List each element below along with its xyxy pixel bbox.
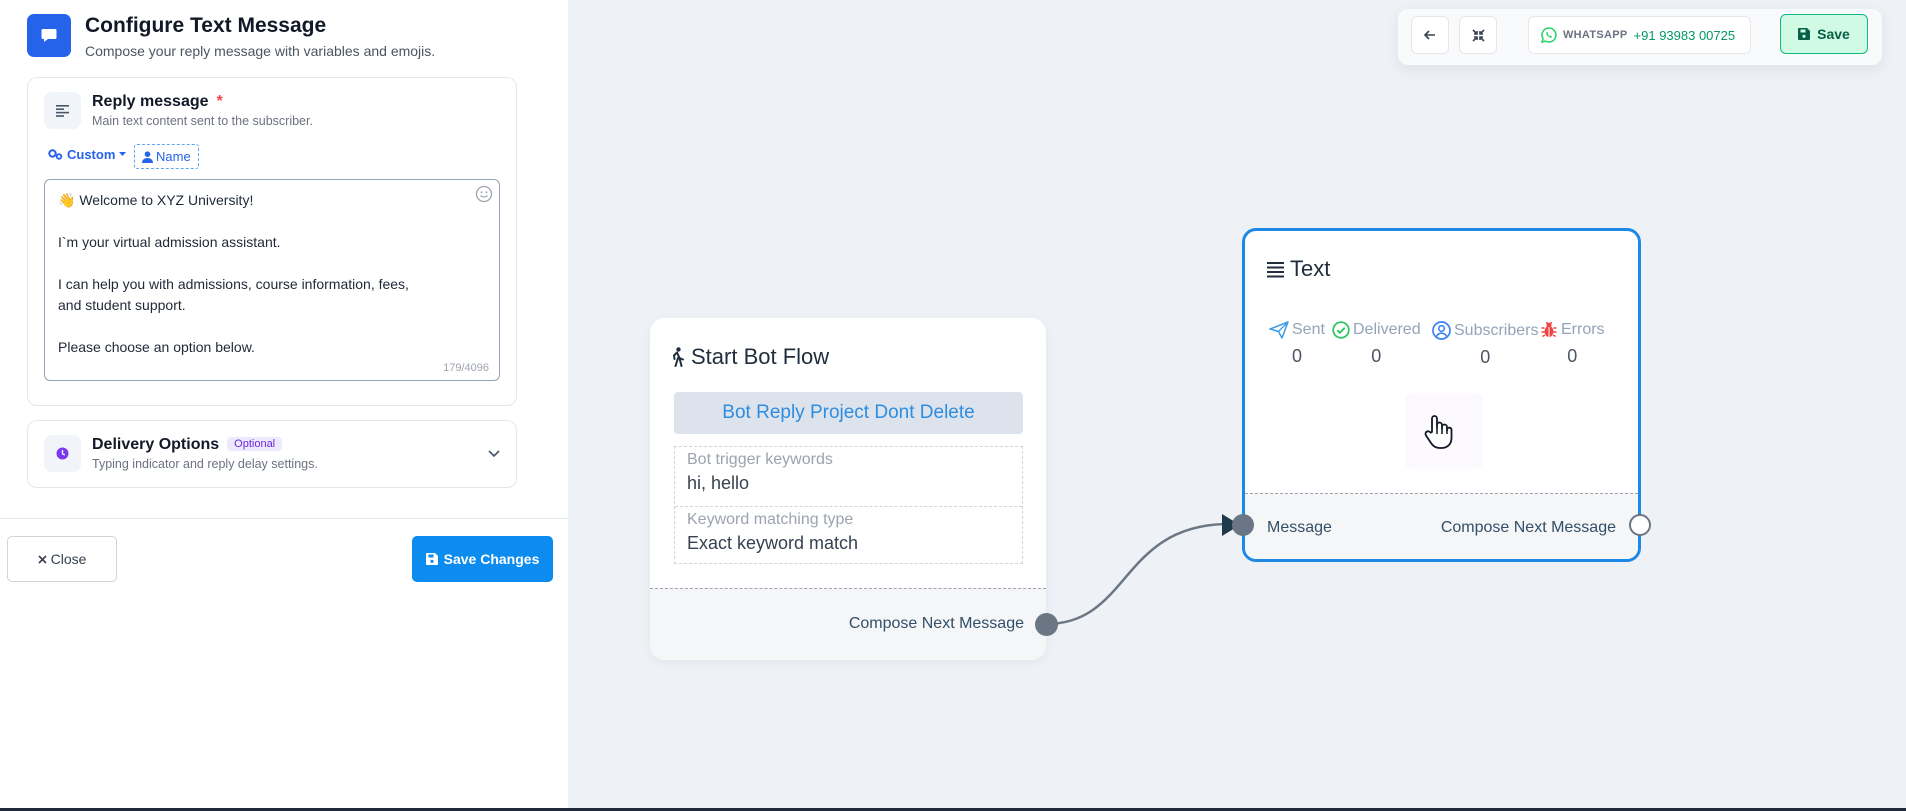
- stat-sent: Sent 0: [1269, 321, 1325, 367]
- user-icon: [142, 150, 153, 163]
- delivery-options-title: Delivery Options Optional: [92, 436, 283, 454]
- text-node-footer: Message Compose Next Message: [1245, 493, 1638, 559]
- save-changes-button[interactable]: Save Changes: [412, 536, 553, 582]
- start-node-footer: Compose Next Message: [650, 588, 1046, 660]
- start-node-title: Start Bot Flow: [670, 344, 829, 370]
- keyword-settings: Bot trigger keywords hi, hello Keyword m…: [674, 446, 1023, 564]
- channel-number: +91 93983 00725: [1633, 27, 1736, 43]
- floppy-icon: [425, 553, 438, 565]
- compress-icon: [1471, 28, 1485, 42]
- start-bot-flow-node[interactable]: Start Bot Flow Bot Reply Project Dont De…: [650, 318, 1046, 660]
- delivery-options-card[interactable]: Delivery Options Optional Typing indicato…: [27, 420, 517, 488]
- stat-delivered-label: Delivered: [1353, 321, 1421, 338]
- walking-person-icon: [672, 347, 684, 367]
- reply-message-subtitle: Main text content sent to the subscriber…: [92, 114, 313, 128]
- close-button-label: Close: [50, 551, 87, 567]
- matching-type-row: Keyword matching type Exact keyword matc…: [675, 506, 1022, 565]
- panel-divider: [0, 518, 568, 519]
- paper-plane-icon: [1269, 321, 1289, 339]
- matching-type-value: Exact keyword match: [687, 533, 859, 553]
- stat-errors: Errors 0: [1540, 321, 1605, 367]
- page-subtitle: Compose your reply message with variable…: [85, 43, 436, 59]
- stat-sent-value: 0: [1291, 346, 1302, 366]
- save-button[interactable]: Save: [1780, 14, 1868, 54]
- page-title: Configure Text Message: [85, 14, 327, 37]
- smile-icon[interactable]: [475, 185, 493, 203]
- caret-down-icon: [119, 152, 127, 156]
- whatsapp-icon: [1541, 27, 1557, 43]
- stat-sent-label: Sent: [1292, 321, 1325, 338]
- clock-icon: [44, 435, 81, 472]
- required-mark: *: [216, 93, 223, 110]
- hand-cursor-icon: [1424, 415, 1453, 449]
- trigger-keywords-value: hi, hello: [687, 473, 750, 493]
- floppy-icon: [1798, 28, 1811, 40]
- matching-type-label: Keyword matching type: [687, 511, 854, 528]
- back-button[interactable]: [1411, 16, 1449, 54]
- text-node-output-port[interactable]: [1629, 514, 1651, 536]
- stat-delivered: Delivered 0: [1332, 321, 1421, 367]
- project-name: Bot Reply Project Dont Delete: [674, 392, 1023, 434]
- delivery-options-subtitle: Typing indicator and reply delay setting…: [92, 457, 318, 471]
- save-changes-label: Save Changes: [443, 551, 540, 567]
- whatsapp-channel[interactable]: WHATSAPP +91 93983 00725: [1528, 16, 1751, 54]
- user-circle-icon: [1432, 321, 1451, 340]
- reply-message-title: Reply message *: [92, 93, 223, 110]
- custom-variable-label: Custom: [67, 147, 116, 162]
- start-node-output-label: Compose Next Message: [848, 615, 1024, 632]
- stat-delivered-value: 0: [1371, 346, 1382, 366]
- custom-variable-dropdown[interactable]: Custom: [48, 147, 127, 162]
- text-message-node[interactable]: Text Sent 0 Delivered 0 Subscribers 0 Er…: [1242, 228, 1641, 562]
- reply-message-card: Reply message * Main text content sent to…: [27, 77, 517, 406]
- channel-label: WHATSAPP: [1563, 29, 1628, 41]
- stat-subscribers-value: 0: [1480, 347, 1491, 367]
- gears-icon: [48, 149, 63, 160]
- stat-subscribers: Subscribers 0: [1432, 321, 1538, 368]
- bug-icon: [1541, 321, 1557, 338]
- canvas-toolbar: WHATSAPP +91 93983 00725 Save: [1398, 9, 1882, 65]
- close-icon: [38, 554, 47, 564]
- fit-view-button[interactable]: [1459, 16, 1497, 54]
- config-panel: Configure Text Message Compose your repl…: [0, 0, 568, 808]
- name-variable-label: Name: [156, 149, 191, 164]
- text-node-input-label: Message: [1267, 519, 1332, 536]
- reply-message-text: 👋 Welcome to XYZ University! I`m your vi…: [58, 192, 409, 355]
- check-circle-icon: [1332, 321, 1350, 339]
- save-label: Save: [1817, 26, 1850, 42]
- stat-errors-label: Errors: [1561, 321, 1605, 338]
- optional-badge: Optional: [227, 437, 283, 451]
- close-button[interactable]: Close: [7, 536, 117, 582]
- start-node-output-port[interactable]: [1035, 613, 1058, 636]
- trigger-keywords-label: Bot trigger keywords: [687, 451, 833, 468]
- name-variable-chip[interactable]: Name: [134, 144, 199, 169]
- list-icon: [1267, 261, 1284, 277]
- character-counter: 179/4096: [443, 362, 489, 374]
- chat-icon: [27, 14, 71, 57]
- reply-message-textarea[interactable]: 👋 Welcome to XYZ University! I`m your vi…: [44, 179, 500, 381]
- chevron-down-icon[interactable]: [486, 445, 502, 461]
- trigger-keywords-row: Bot trigger keywords hi, hello: [675, 447, 1022, 506]
- arrow-left-icon: [1424, 30, 1435, 40]
- text-node-output-label: Compose Next Message: [1440, 519, 1616, 536]
- align-left-icon: [44, 92, 81, 129]
- text-node-input-port[interactable]: [1232, 514, 1254, 536]
- stat-errors-value: 0: [1567, 346, 1578, 366]
- text-node-title: Text: [1267, 256, 1330, 282]
- stat-subscribers-label: Subscribers: [1454, 321, 1539, 339]
